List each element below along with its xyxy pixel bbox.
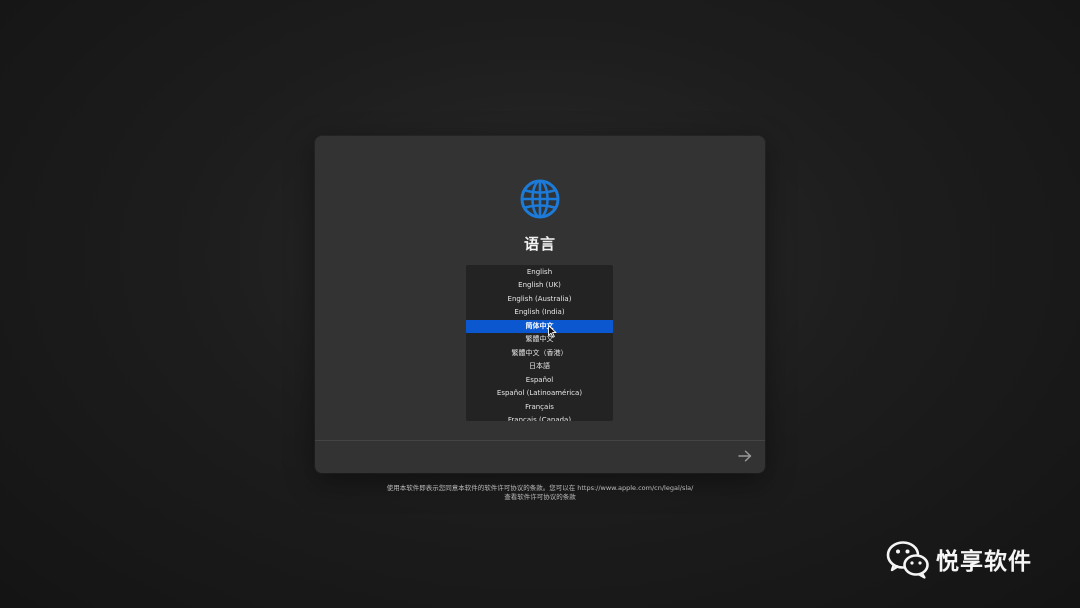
- license-line-1: 使用本软件即表示您同意本软件的软件许可协议的条款。您可以在 https://ww…: [386, 484, 694, 492]
- language-option[interactable]: 繁體中文: [466, 333, 613, 347]
- page-title: 语言: [523, 235, 556, 253]
- language-option[interactable]: English (Australia): [466, 293, 613, 307]
- language-option[interactable]: Español (Latinoamérica): [466, 387, 613, 401]
- language-option[interactable]: 繁體中文（香港）: [466, 347, 613, 361]
- next-button[interactable]: [736, 447, 754, 465]
- mouse-pointer-icon: [548, 325, 557, 338]
- language-option[interactable]: Español: [466, 374, 613, 388]
- globe-icon: [520, 179, 560, 219]
- language-option[interactable]: Français: [466, 401, 613, 415]
- arrow-right-icon: [738, 450, 752, 462]
- language-option[interactable]: 日本語: [466, 360, 613, 374]
- setup-assistant-panel: 语言 English English (UK) English (Australia…: [315, 136, 765, 473]
- language-option[interactable]: English (India): [466, 306, 613, 320]
- watermark: 悦享软件: [886, 538, 1032, 580]
- language-option-selected[interactable]: 简体中文: [466, 319, 613, 333]
- watermark-text: 悦享软件: [936, 549, 1032, 575]
- language-list[interactable]: English English (UK) English (Australia) En…: [466, 265, 613, 421]
- language-option[interactable]: English: [466, 266, 613, 280]
- license-line-2: 查看软件许可协议的条款: [504, 493, 576, 501]
- language-option[interactable]: English (UK): [466, 279, 613, 293]
- wechat-icon: [886, 541, 929, 579]
- license-notice: 使用本软件即表示您同意本软件的软件许可协议的条款。您可以在 https://ww…: [290, 484, 790, 502]
- footer-divider: [315, 440, 765, 441]
- language-option[interactable]: Français (Canada): [466, 414, 613, 421]
